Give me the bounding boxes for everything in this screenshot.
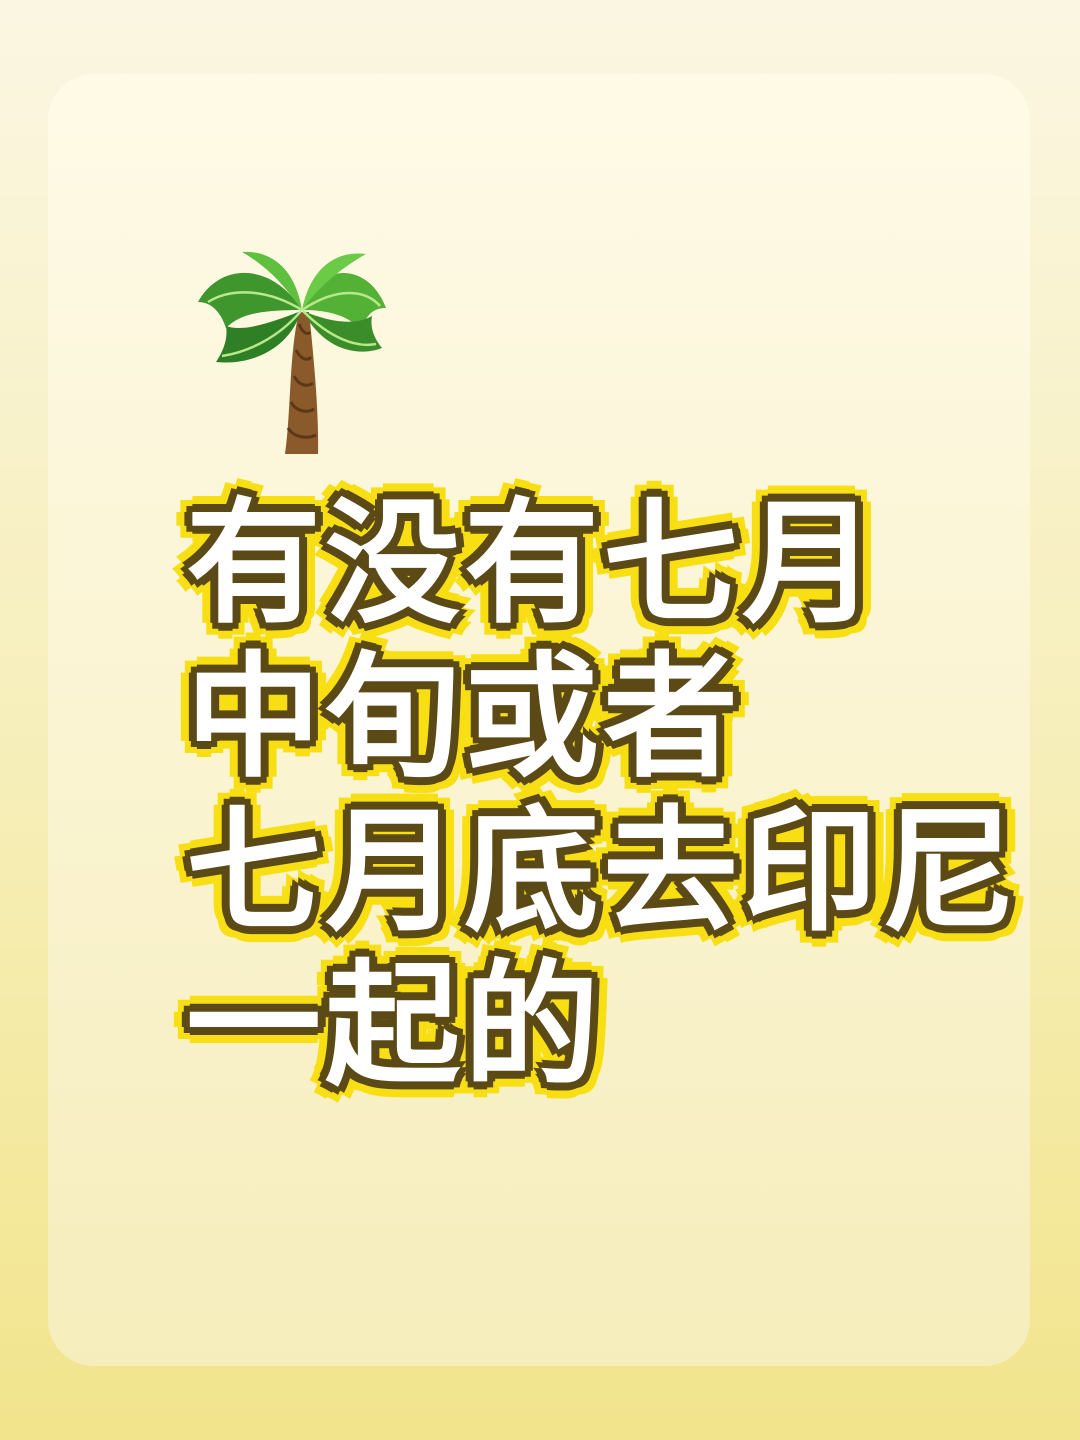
headline-line-1: 有没有七月: [186, 485, 881, 642]
content-card: 有没有七月 中旬或者 七月底去印尼 一起的: [48, 74, 1030, 1366]
headline-line-2: 中旬或者: [186, 639, 742, 796]
headline-line-3: 七月底去印尼: [186, 793, 1020, 950]
palm-tree-icon: [198, 251, 386, 454]
headline: 有没有七月 中旬或者 七月底去印尼 一起的: [186, 487, 1046, 1103]
headline-line-4: 一起的: [186, 947, 603, 1104]
